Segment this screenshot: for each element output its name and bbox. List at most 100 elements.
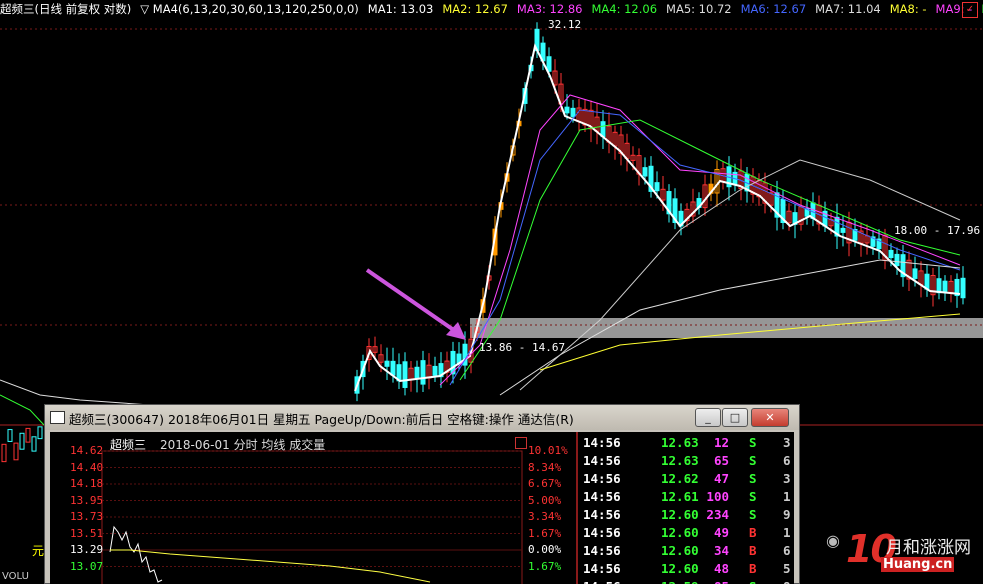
tick-side: S [749,579,757,584]
price-axis-label: 13.51 [70,526,104,540]
candle [792,203,798,239]
price-axis-label: 14.62 [70,444,104,457]
candle [594,103,600,145]
tick-count: 6 [783,543,791,558]
candle [31,436,37,452]
tick-side: S [749,507,757,522]
tick-row[interactable]: 14:56 12.63 65 S 6 [579,452,794,470]
candle [696,192,702,215]
tick-price: 12.63 [661,453,699,468]
candle [948,275,954,303]
candle [666,184,672,223]
popup-titlebar[interactable]: 超频三(300647) 2018年06月01日 星期五 PageUp/Down:… [45,405,799,430]
candle [420,350,426,392]
candle [870,229,876,255]
tick-row[interactable]: 14:56 12.60 34 B 6 [579,542,794,560]
tick-time: 14:56 [583,453,621,468]
tick-price: 12.61 [661,489,699,504]
tick-row[interactable]: 14:56 12.59 85 S 8 [579,578,794,584]
left-ma-line [0,394,45,426]
tick-side: S [749,489,757,504]
tick-row[interactable]: 14:56 12.61 100 S 1 [579,488,794,506]
window-icon [50,411,65,424]
candle [600,110,606,149]
support-band [470,318,983,338]
candle [576,98,582,132]
volume-label: VOLU [2,571,29,582]
percent-axis-label: 1.67% [528,559,562,573]
candle [834,203,840,250]
left-partial-label: 元 [32,544,45,558]
tick-volume: 12 [713,435,729,450]
candle [606,112,612,154]
tick-price: 12.60 [661,561,699,576]
tick-side: S [749,453,757,468]
maximize-button[interactable]: □ [722,408,748,427]
range-low-label: 13.86 - 14.67 [479,341,566,354]
tick-row[interactable]: 14:56 12.63 12 S 3 [579,434,794,452]
tick-side: B [749,525,757,540]
popup-title: 超频三(300647) 2018年06月01日 星期五 PageUp/Down:… [69,412,574,427]
candle [396,353,402,390]
percent-axis-label: 5.00% [528,493,562,507]
candle [1,443,7,463]
candle [426,353,432,390]
candle [804,198,810,225]
price-axis-label: 14.40 [70,460,104,474]
tick-count: 5 [783,561,791,576]
candle [25,427,31,443]
candle [624,133,630,172]
peak-label: 32.12 [548,18,582,31]
tick-volume: 47 [713,471,729,486]
intraday-price-line [109,525,163,583]
tick-count: 6 [783,453,791,468]
candle [924,264,930,297]
tick-count: 8 [783,579,791,584]
tick-volume: 234 [706,507,729,522]
close-button[interactable]: ✕ [751,408,789,427]
tick-row[interactable]: 14:56 12.62 47 S 3 [579,470,794,488]
tick-time: 14:56 [583,471,621,486]
range-high-label: 18.00 - 17.96 [894,224,981,237]
tick-volume: 65 [713,453,729,468]
candle [816,195,822,231]
candle [936,266,942,300]
tick-price: 12.62 [661,471,699,486]
candle [930,267,936,307]
price-axis-label: 13.07 [70,559,104,573]
tick-row[interactable]: 14:56 12.60 234 S 9 [579,506,794,524]
watermark: ◉ 10 月和涨涨网 Huang.cn [826,525,976,581]
ma1-line [354,43,961,392]
percent-axis-label: 8.34% [528,460,562,474]
candle [636,148,642,186]
candle [954,273,960,308]
candle [960,266,966,305]
tick-count: 3 [783,471,791,486]
candle [726,156,732,201]
candle [684,203,690,228]
tick-time: 14:56 [583,579,621,584]
candle [582,100,588,132]
tick-count: 3 [783,435,791,450]
intraday-panel: 超频三 2018-06-01 分时 均线 成交量 14.62 14.40 14.18 1… [50,432,794,584]
tick-row[interactable]: 14:56 12.60 48 B 5 [579,560,794,578]
tick-volume: 49 [713,525,729,540]
price-axis-label: 13.73 [70,510,104,523]
candle [648,156,654,198]
candle [408,361,414,392]
tick-side: B [749,561,757,576]
candle [432,356,438,383]
tick-row[interactable]: 14:56 12.60 49 B 1 [579,524,794,542]
candle [942,275,948,302]
kline-chart-area[interactable]: 超频三(日线 前复权 对数) ▽ MA4(6,13,20,30,60,13,120… [0,0,983,584]
tick-price: 12.59 [661,579,699,584]
percent-axis-label: 0.00% [528,543,562,556]
intraday-popup-window[interactable]: 超频三(300647) 2018年06月01日 星期五 PageUp/Down:… [44,404,800,584]
tick-volume: 100 [706,489,729,504]
minimize-button[interactable]: _ [695,408,721,427]
tick-volume: 34 [713,543,729,558]
candle [702,174,708,216]
pink-arrow [365,268,460,335]
percent-axis-label: 1.67% [528,526,562,540]
watermark-text: 月和涨涨网 [886,538,971,558]
